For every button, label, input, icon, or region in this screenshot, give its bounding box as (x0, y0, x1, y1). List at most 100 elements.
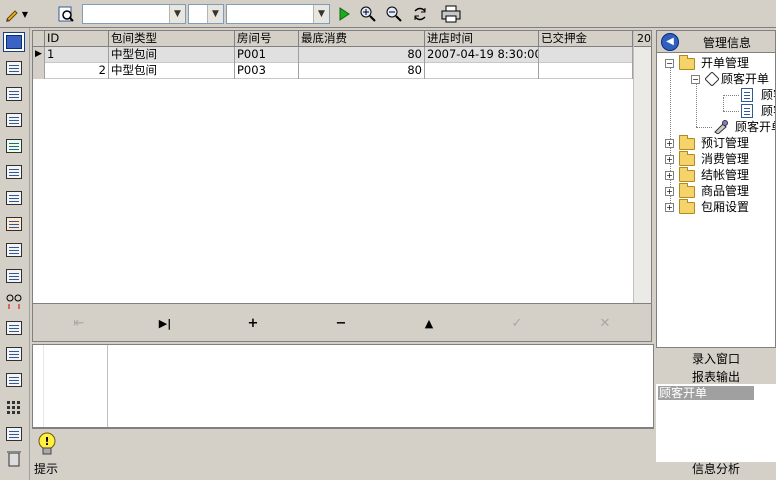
search-combo[interactable]: ▼ (82, 4, 186, 24)
cell-type[interactable]: 中型包间 (109, 63, 235, 79)
cancel-record-icon[interactable]: ✕ (595, 316, 615, 332)
pencil-dropdown-icon[interactable]: ▼ (20, 4, 30, 24)
row-pointer-icon: ▶ (33, 47, 45, 63)
cell-type[interactable]: 中型包间 (109, 47, 235, 63)
list-item[interactable]: 顾客开单 (658, 386, 754, 400)
info-analysis-button[interactable]: 信息分析 (656, 460, 776, 478)
tree-node-reserve[interactable]: + 预订管理 (665, 135, 775, 151)
report-icon[interactable] (3, 318, 25, 338)
tree-line (696, 127, 712, 128)
column-header[interactable]: 已交押金 (539, 31, 633, 47)
management-tree-panel: ◀ 管理信息 − 开单管理 − 顾客开单 顾客 顾客 顾客开单 + 预订管理 +… (656, 30, 776, 348)
tree-node-customer-open[interactable]: − 顾客开单 (691, 71, 775, 87)
tree-line (723, 95, 739, 96)
pencil-icon[interactable] (2, 4, 22, 24)
column-header[interactable]: ID (45, 31, 109, 47)
post-record-icon[interactable]: ✓ (507, 316, 527, 332)
form-icon[interactable] (3, 84, 25, 104)
column-header[interactable]: 包间类型 (109, 31, 235, 47)
tree-node-sub1[interactable]: 顾客 (739, 87, 775, 103)
tools-icon (713, 120, 729, 135)
tools-icon[interactable] (3, 424, 25, 444)
expand-icon[interactable]: + (665, 171, 674, 180)
expand-icon[interactable]: + (665, 203, 674, 212)
link-icon[interactable] (3, 292, 25, 312)
expand-icon[interactable]: + (665, 155, 674, 164)
back-circle-icon[interactable]: ◀ (661, 33, 679, 51)
cell-min[interactable]: 80 (299, 63, 425, 79)
chevron-down-icon[interactable]: ▼ (207, 5, 223, 23)
user-search-icon[interactable] (3, 266, 25, 286)
tree-node-label: 预订管理 (701, 136, 750, 150)
expand-icon[interactable]: + (665, 139, 674, 148)
tree-node-label: 包厢设置 (701, 200, 750, 214)
column-header[interactable]: 房间号 (235, 31, 299, 47)
print-icon[interactable] (440, 4, 462, 24)
export-icon[interactable] (3, 188, 25, 208)
form-icon (741, 88, 753, 102)
edit-record-icon[interactable]: ▲ (419, 316, 439, 332)
tree-node-label: 顾客 (761, 104, 775, 118)
copy-icon[interactable] (3, 214, 25, 234)
tree-node-consume[interactable]: + 消费管理 (665, 151, 775, 167)
left-icon-bar (0, 28, 30, 480)
settings-form-icon[interactable] (3, 240, 25, 260)
chevron-down-icon[interactable]: ▼ (169, 5, 185, 23)
cell-id[interactable]: 2 (45, 63, 109, 79)
tree-node-open[interactable]: − 开单管理 (665, 55, 775, 71)
tree-node-sub2[interactable]: 顾客 (739, 103, 775, 119)
diamond-icon (704, 71, 720, 87)
tree-node-room-set[interactable]: + 包厢设置 (665, 199, 775, 215)
cell-extra: 20 (634, 31, 651, 47)
cell-room[interactable]: P003 (235, 63, 299, 79)
folder-icon (679, 167, 695, 182)
tree-node-checkout[interactable]: + 结帐管理 (665, 167, 775, 183)
tree-node-goods[interactable]: + 商品管理 (665, 183, 775, 199)
list-view-icon[interactable] (3, 344, 25, 364)
collapse-icon[interactable]: − (691, 75, 700, 84)
grid-dots-icon[interactable] (3, 398, 25, 418)
cell-deposit[interactable] (539, 63, 633, 79)
lightbulb-icon[interactable]: ! (36, 431, 58, 457)
table-row[interactable]: 2 中型包间 P003 80 (33, 63, 633, 79)
document-icon[interactable] (3, 110, 25, 130)
small-combo[interactable]: ▼ (188, 4, 224, 24)
add-record-icon[interactable]: + (243, 316, 263, 332)
refresh-icon[interactable] (410, 4, 430, 24)
run-icon[interactable] (334, 4, 354, 24)
folder-icon (679, 199, 695, 214)
vertical-scrollbar[interactable]: 20 (633, 31, 651, 303)
delete-record-icon[interactable]: − (331, 316, 351, 332)
cell-min[interactable]: 80 (299, 47, 425, 63)
tree-node-label: 结帐管理 (701, 168, 750, 182)
cell-id[interactable]: 1 (45, 47, 109, 63)
trash-icon[interactable] (3, 448, 25, 468)
table-row[interactable]: ▶ 1 中型包间 P001 80 2007-04-19 8:30:00 (33, 47, 633, 63)
collapse-icon[interactable]: − (665, 59, 674, 68)
import-icon[interactable] (3, 370, 25, 390)
last-record-icon[interactable]: ▶| (155, 316, 175, 332)
chart-icon[interactable] (3, 136, 25, 156)
cell-room[interactable]: P001 (235, 47, 299, 63)
tree-node-customer-open2[interactable]: 顾客开单 (713, 119, 775, 135)
window-icon[interactable] (3, 32, 25, 52)
detail-panel (32, 344, 654, 428)
zoom-in-icon[interactable] (358, 4, 378, 24)
cell-time[interactable] (425, 63, 539, 79)
column-header[interactable]: 最底消费 (299, 31, 425, 47)
cell-deposit[interactable] (539, 47, 633, 63)
zoom-out-icon[interactable] (384, 4, 404, 24)
hint-label: 提示 (34, 462, 59, 476)
expand-icon[interactable]: + (665, 187, 674, 196)
cell-time[interactable]: 2007-04-19 8:30:00 (425, 47, 539, 63)
column-header[interactable]: 进店时间 (425, 31, 539, 47)
grid-navigator: ⇤ ▶| + − ▲ ✓ ✕ (33, 303, 651, 341)
tree-structure-icon[interactable] (3, 58, 25, 78)
find-icon[interactable] (56, 4, 76, 24)
field-combo[interactable]: ▼ (226, 4, 330, 24)
chevron-down-icon[interactable]: ▼ (313, 5, 329, 23)
entry-window-button[interactable]: 录入窗口 (656, 350, 776, 368)
checklist-icon[interactable] (3, 162, 25, 182)
main-toolbar: ▼ ▼ ▼ ▼ (0, 0, 776, 28)
first-record-icon[interactable]: ⇤ (69, 316, 89, 332)
